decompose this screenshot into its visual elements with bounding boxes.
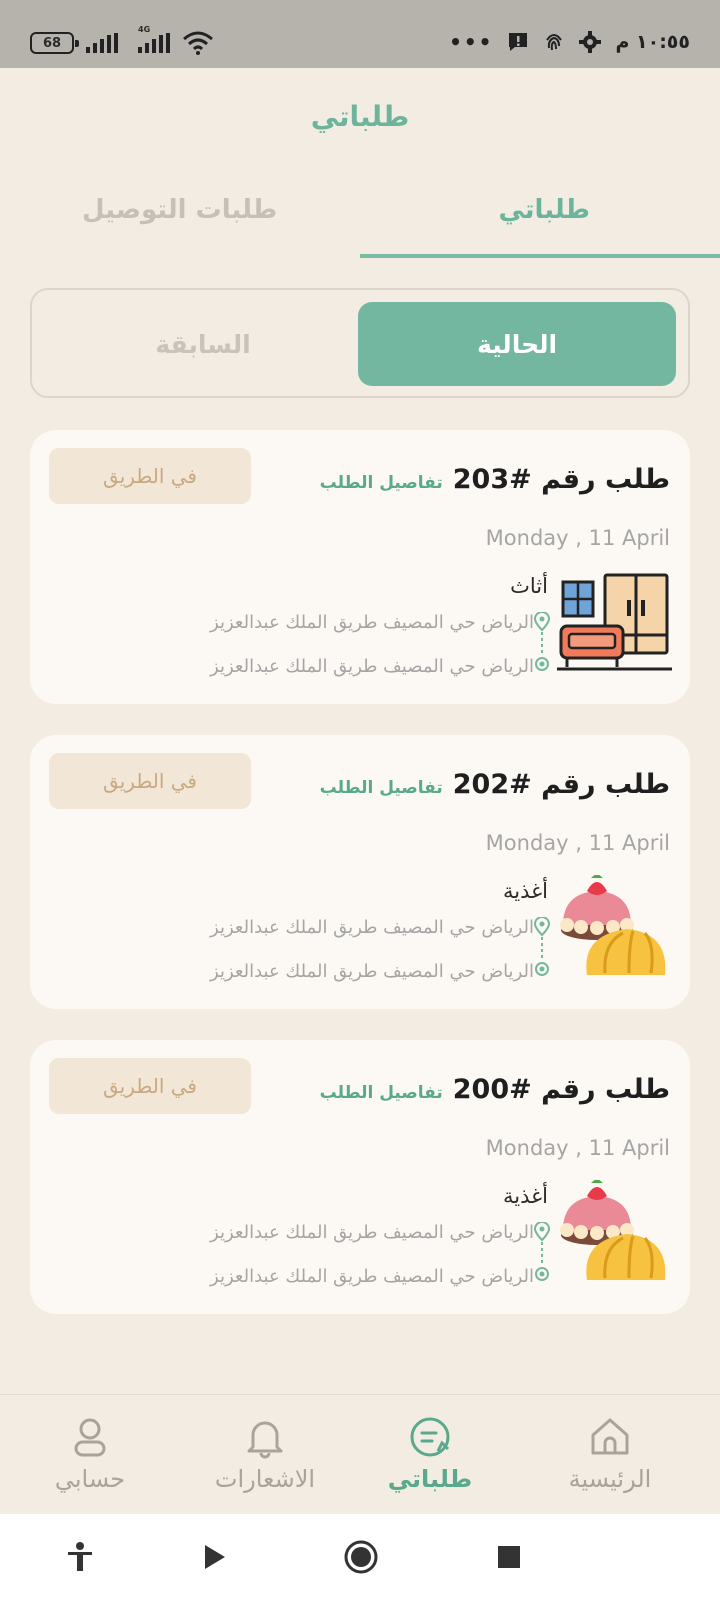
food-icon [560,875,666,975]
order-list: في الطريق طلب رقم #203 تفاصيل الطلب Mond… [30,430,690,1345]
home-button-icon[interactable] [343,1539,379,1575]
orders-icon [410,1417,450,1457]
nav-orders-label: طلباتي [387,1465,473,1493]
dropoff-address: الرياض حي المصيف طريق الملك عبدالعزيز [210,656,534,677]
pickup-address: الرياض حي المصيف طريق الملك عبدالعزيز [210,1222,534,1243]
system-nav-bar [0,1514,720,1600]
pickup-address: الرياض حي المصيف طريق الملك عبدالعزيز [210,612,534,633]
order-details-link[interactable]: تفاصيل الطلب [320,473,443,493]
status-bar: 68 4G ••• ١٠:٥٥ م [0,0,720,68]
order-header: طلب رقم #202 تفاصيل الطلب [320,769,670,800]
nav-account-label: حسابي [54,1465,126,1493]
status-left: 68 4G [30,25,214,56]
order-card[interactable]: في الطريق طلب رقم #200 تفاصيل الطلب Mond… [30,1040,690,1314]
pickup-address: الرياض حي المصيف طريق الملك عبدالعزيز [210,917,534,938]
nav-notifications-label: الاشعارات [214,1465,316,1493]
home-icon [591,1418,629,1455]
status-badge: في الطريق [49,753,251,809]
nav-orders[interactable]: طلباتي [360,1415,500,1493]
battery-icon: 68 [30,32,79,54]
route-icon [533,612,551,671]
more-indicator: ••• [449,30,494,54]
order-category: أغذية [503,1184,548,1208]
bell-icon [247,1421,283,1459]
bottom-nav: الرئيسية طلباتي الاشعارات حسابي [0,1394,720,1514]
tab-delivery-orders[interactable]: طلبات التوصيل [82,195,277,225]
route-icon [533,917,551,976]
furniture-icon [557,573,672,671]
order-header: طلب رقم #200 تفاصيل الطلب [320,1074,670,1105]
battery-level: 68 [42,35,62,51]
order-card[interactable]: في الطريق طلب رقم #202 تفاصيل الطلب Mond… [30,735,690,1009]
play-icon[interactable] [196,1539,232,1575]
clock: ١٠:٥٥ م [615,31,690,53]
order-card[interactable]: في الطريق طلب رقم #203 تفاصيل الطلب Mond… [30,430,690,704]
nav-account[interactable]: حسابي [20,1415,160,1493]
network-type: 4G [138,25,151,34]
order-date: Monday , 11 April [485,831,670,855]
nav-home[interactable]: الرئيسية [540,1415,680,1493]
wifi-icon [183,31,213,55]
dropoff-address: الرياض حي المصيف طريق الملك عبدالعزيز [210,961,534,982]
dropoff-address: الرياض حي المصيف طريق الملك عبدالعزيز [210,1266,534,1287]
order-filter-segment: الحالية السابقة [30,288,690,398]
status-badge: في الطريق [49,1058,251,1114]
route-icon [533,1222,551,1281]
nav-home-label: الرئيسية [568,1465,652,1493]
settings-gear-icon [579,31,602,53]
order-date: Monday , 11 April [485,1136,670,1160]
nav-notifications[interactable]: الاشعارات [195,1415,335,1493]
status-badge: في الطريق [49,448,251,504]
order-category: أثاث [510,574,548,598]
signal-4g-icon: 4G [138,25,170,53]
stop-icon[interactable] [491,1539,527,1575]
fingerprint-icon [546,34,563,51]
top-tabs: طلباتي طلبات التوصيل [0,180,720,260]
order-category: أغذية [503,879,548,903]
order-number: طلب رقم #200 [452,1074,670,1105]
order-number: طلب رقم #203 [452,464,670,495]
page-title: طلباتي [310,100,410,133]
order-details-link[interactable]: تفاصيل الطلب [320,1083,443,1103]
order-header: طلب رقم #203 تفاصيل الطلب [320,464,670,495]
segment-previous[interactable]: السابقة [44,302,362,386]
tab-my-orders[interactable]: طلباتي [498,195,590,225]
food-icon [560,1180,666,1280]
message-alert-icon [509,33,528,51]
signal-icon [86,33,118,53]
order-number: طلب رقم #202 [452,769,670,800]
order-details-link[interactable]: تفاصيل الطلب [320,778,443,798]
accessibility-icon[interactable] [62,1539,98,1575]
segment-current[interactable]: الحالية [358,302,676,386]
order-date: Monday , 11 April [485,526,670,550]
user-icon [74,1418,106,1457]
tab-active-indicator [360,254,720,258]
status-right: ••• ١٠:٥٥ م [449,28,690,56]
